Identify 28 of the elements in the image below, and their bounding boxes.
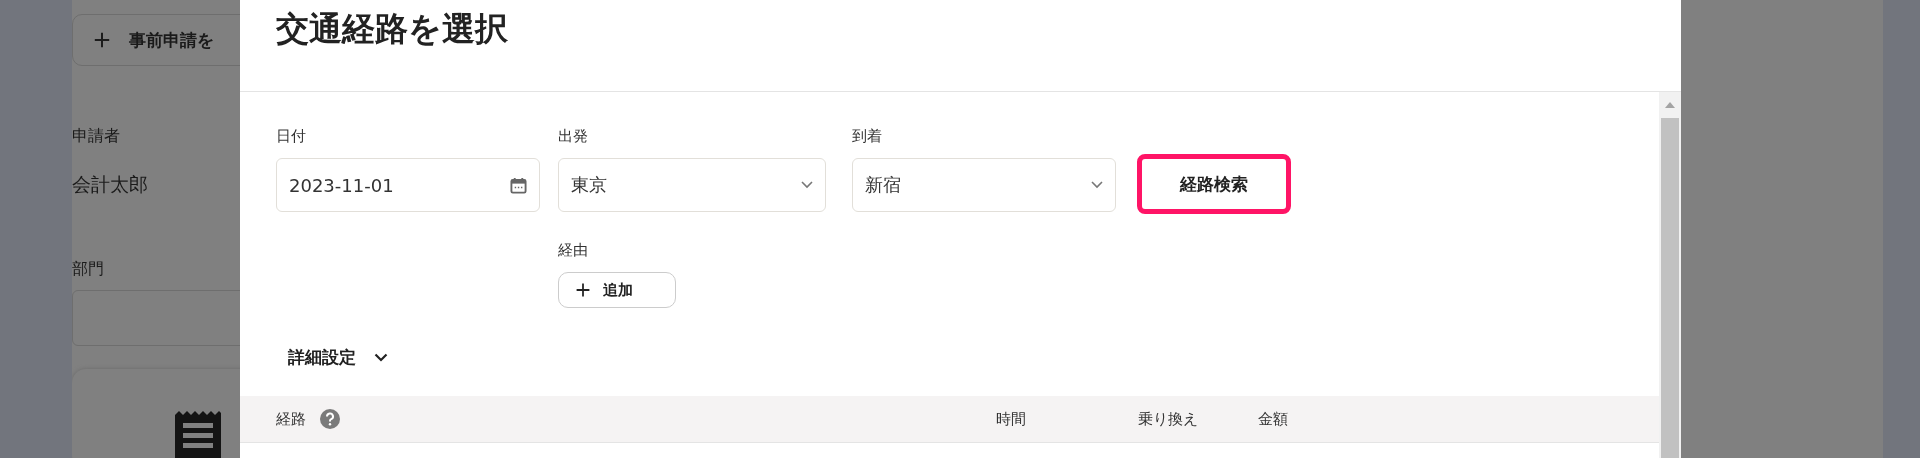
advanced-settings-toggle[interactable]: 詳細設定 xyxy=(288,345,356,369)
column-header: 時間 xyxy=(996,409,1026,429)
date-label: 日付 xyxy=(276,126,306,146)
column-header: 乗り換え xyxy=(1138,409,1198,429)
arrival-select[interactable]: 新宿 xyxy=(852,158,1116,212)
column-header: 経路 xyxy=(276,409,306,429)
via-label: 経由 xyxy=(558,240,588,260)
applicant-label: 申請者 xyxy=(72,126,120,147)
arrival-label: 到着 xyxy=(852,126,882,146)
add-via-button[interactable]: 追加 xyxy=(558,272,676,308)
calendar-icon xyxy=(510,176,527,194)
chevron-down-icon xyxy=(1091,181,1103,189)
plus-icon xyxy=(93,31,111,49)
help-icon[interactable] xyxy=(320,409,340,429)
new-request-button[interactable]: 事前申請を xyxy=(72,14,240,66)
column-header: 金額 xyxy=(1258,409,1288,429)
departure-select[interactable]: 東京 xyxy=(558,158,826,212)
plus-icon xyxy=(575,282,591,298)
dialog-title: 交通経路を選択 xyxy=(276,8,509,50)
chevron-down-icon[interactable] xyxy=(374,352,388,362)
route-search-button[interactable]: 経路検索 xyxy=(1137,154,1291,214)
chevron-down-icon xyxy=(801,181,813,189)
applicant-name: 会計太郎 xyxy=(72,172,148,197)
department-label: 部門 xyxy=(72,259,104,280)
scrollbar[interactable] xyxy=(1659,92,1681,458)
scroll-up-icon[interactable] xyxy=(1665,102,1675,108)
date-field[interactable]: 2023-11-01 xyxy=(276,158,540,212)
departure-label: 出発 xyxy=(558,126,588,146)
